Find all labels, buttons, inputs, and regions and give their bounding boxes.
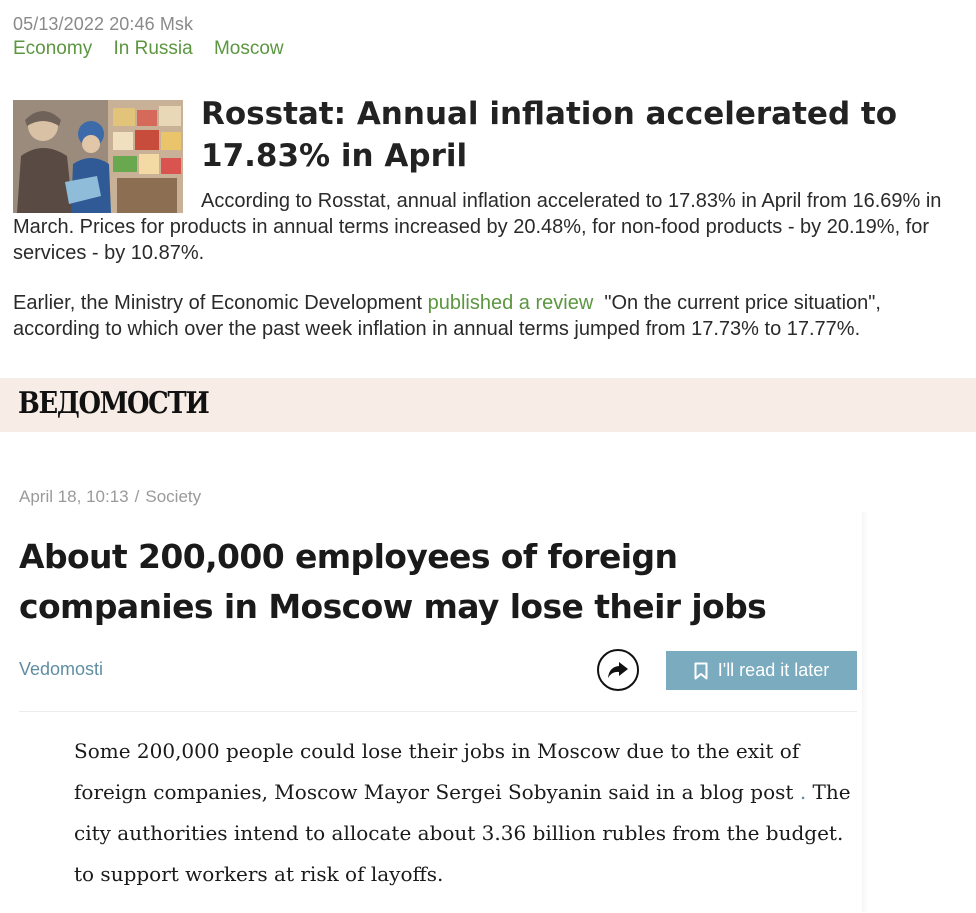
article-title: Rosstat: Annual inflation accelerated to… [201,96,898,174]
source-link[interactable]: Vedomosti [19,659,103,680]
paragraph-text: Some 200,000 people could lose their job… [74,739,800,804]
vedomosti-banner: ВЕДОМОСТИ [0,378,976,432]
section-link[interactable]: Society [145,487,201,506]
article-body: According to Rosstat, annual inflation a… [13,188,973,342]
share-button[interactable] [597,649,639,691]
article-paragraph: Some 200,000 people could lose their job… [74,731,854,895]
article-paragraph: Earlier, the Ministry of Economic Develo… [13,290,973,342]
read-later-label: I'll read it later [717,660,830,680]
category-tags: Economy In Russia Moscow [13,38,300,60]
article-meta: April 18, 10:13 / Society [19,487,201,507]
vedomosti-logo[interactable]: ВЕДОМОСТИ [18,386,210,421]
inflation-article: 05/13/2022 20:46 Msk Economy In Russia M… [0,0,976,378]
category-economy[interactable]: Economy [13,38,92,59]
share-arrow-icon [608,662,628,678]
card-edge [862,512,868,912]
article-timestamp: 05/13/2022 20:46 Msk [13,14,194,34]
article-title: About 200,000 employees of foreign compa… [19,537,767,626]
divider [19,711,857,712]
read-later-button[interactable]: I'll read it later [666,651,857,690]
category-moscow[interactable]: Moscow [214,38,284,59]
jobs-article: April 18, 10:13 / Society About 200,000 em… [0,432,976,913]
paragraph-text: Earlier, the Ministry of Economic Develo… [13,292,428,314]
category-in-russia[interactable]: In Russia [113,38,192,59]
article-date: April 18, 10:13 [19,487,129,506]
bookmark-icon [694,662,708,679]
meta-separator: / [134,487,140,506]
published-review-link[interactable]: published a review [428,292,594,314]
article-paragraph: According to Rosstat, annual inflation a… [13,190,942,264]
